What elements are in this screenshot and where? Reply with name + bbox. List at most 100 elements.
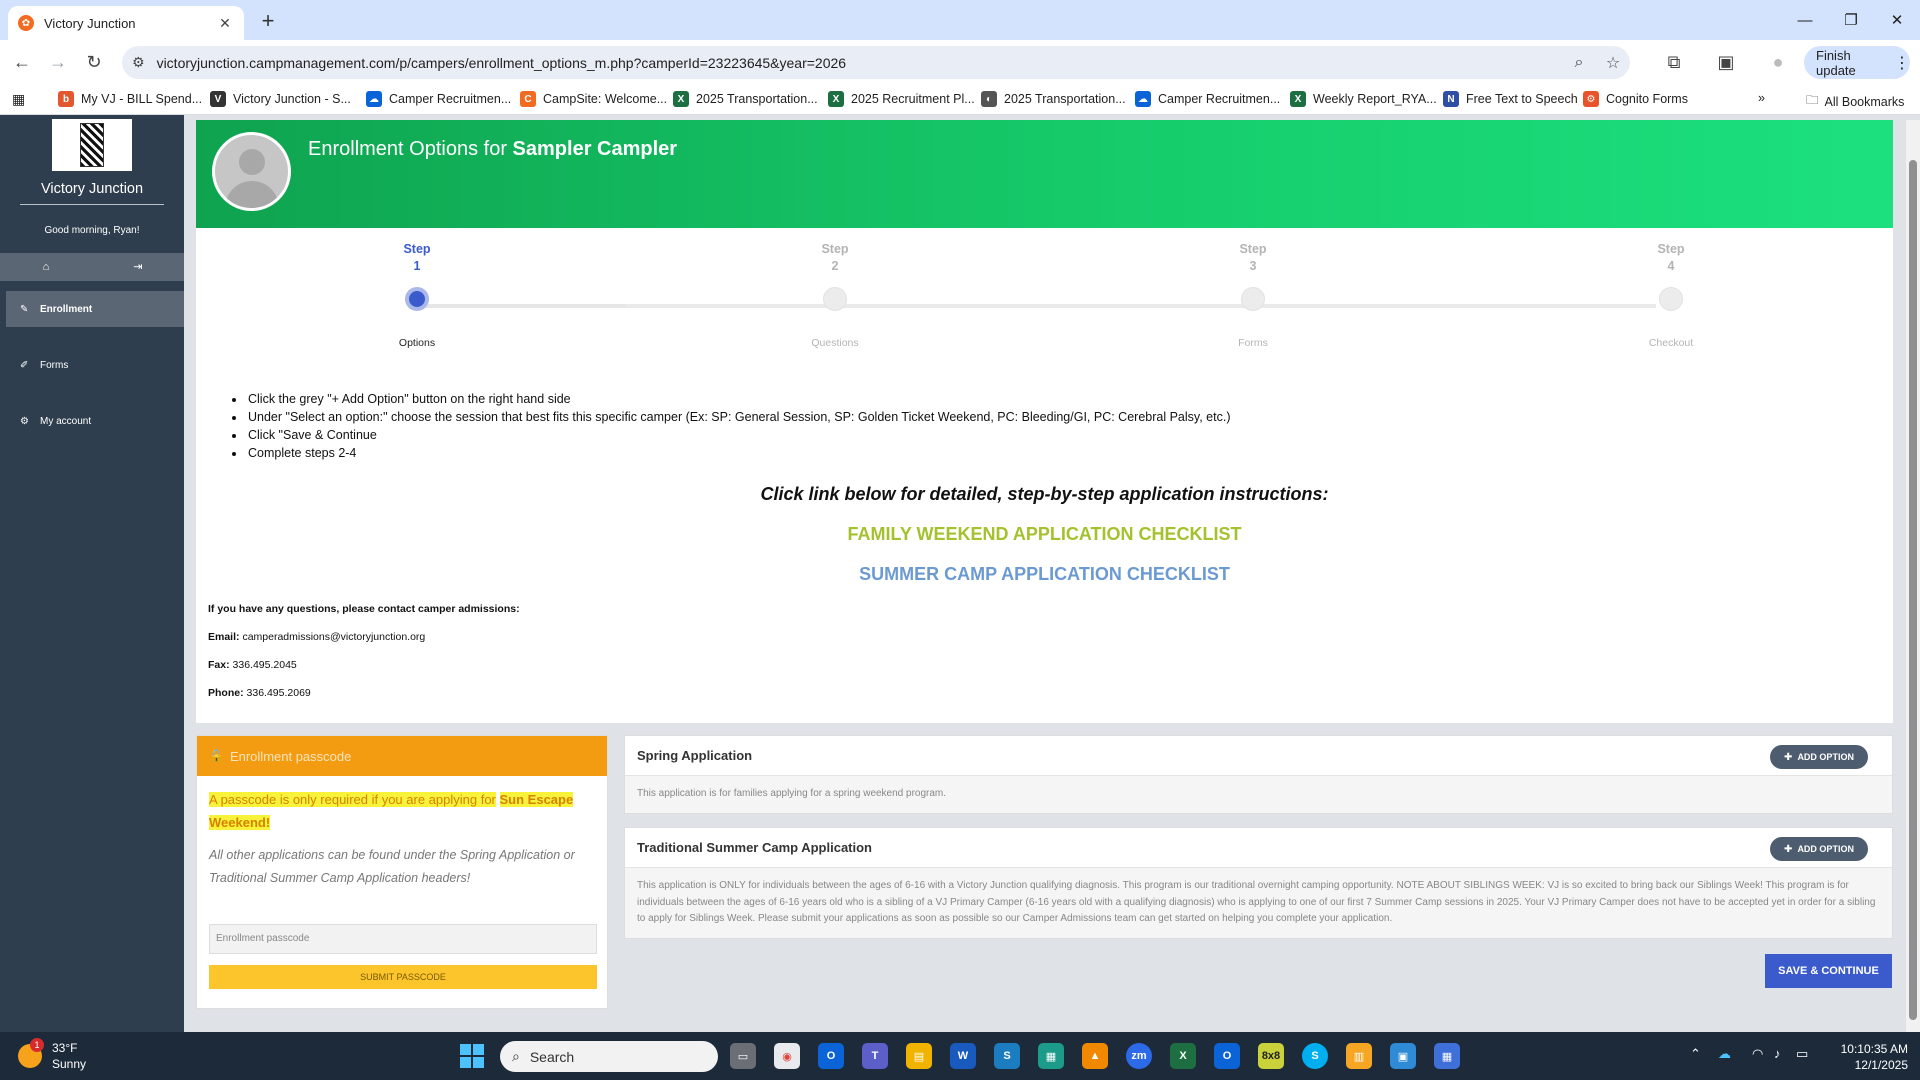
address-bar[interactable]: ⚙ victoryjunction.campmanagement.com/p/c… xyxy=(122,46,1630,79)
skype-icon[interactable]: S xyxy=(1302,1043,1328,1069)
excel-icon: X xyxy=(828,91,844,107)
add-option-button[interactable]: ✚ ADD OPTION xyxy=(1770,837,1868,861)
apps-grid-icon[interactable]: ▦ xyxy=(12,91,25,108)
wifi-icon[interactable]: ◠ xyxy=(1752,1046,1763,1062)
enrollment-options-card: Enrollment Options for Sampler Campler S… xyxy=(196,120,1893,723)
reload-button[interactable]: ↻ xyxy=(82,50,106,74)
forward-button[interactable]: → xyxy=(46,50,70,74)
bookmark-item[interactable]: X 2025 Recruitment Pl... xyxy=(828,91,975,107)
outlook-icon[interactable]: O xyxy=(818,1043,844,1069)
restore-window-button[interactable]: ❐ xyxy=(1828,0,1874,40)
show-hidden-icons[interactable]: ⌃ xyxy=(1690,1046,1701,1062)
add-option-button[interactable]: ✚ ADD OPTION xyxy=(1770,745,1868,769)
pencil-icon: ✎ xyxy=(20,303,29,315)
more-menu-icon: ⋮ xyxy=(1894,54,1910,72)
battery-icon[interactable]: ▭ xyxy=(1796,1046,1808,1062)
teams-icon[interactable]: T xyxy=(862,1043,888,1069)
excel-icon[interactable]: X xyxy=(1170,1043,1196,1069)
browser-tab[interactable]: ✿ Victory Junction ✕ xyxy=(8,6,244,40)
more-bookmarks-button[interactable]: » xyxy=(1758,91,1765,105)
bookmark-item[interactable]: ⚙ Cognito Forms xyxy=(1583,91,1688,107)
bookmark-item[interactable]: ◐ 2025 Transportation... xyxy=(981,91,1126,107)
remote-desktop-icon[interactable]: ▣ xyxy=(1390,1043,1416,1069)
bookmark-item[interactable]: N Free Text to Speech xyxy=(1443,91,1578,107)
org-name: Victory Junction xyxy=(40,181,144,197)
finish-update-button[interactable]: Finish update ⋮ xyxy=(1804,46,1910,79)
bookmark-item[interactable]: ☁ Camper Recruitmen... xyxy=(366,91,511,107)
family-weekend-checklist-link[interactable]: FAMILY WEEKEND APPLICATION CHECKLIST xyxy=(196,524,1893,545)
all-bookmarks-label: All Bookmarks xyxy=(1824,94,1905,109)
close-tab-icon[interactable]: ✕ xyxy=(216,15,234,32)
calculator-icon[interactable]: ▦ xyxy=(1038,1043,1064,1069)
sidebar-item-forms[interactable]: ✐ Forms xyxy=(6,347,184,383)
vlc-icon[interactable]: ▲ xyxy=(1082,1043,1108,1069)
app-grid-icon[interactable]: ▦ xyxy=(1434,1043,1460,1069)
sticky-notes-icon[interactable]: ▥ xyxy=(1346,1043,1372,1069)
extensions-icon[interactable]: ⧉ xyxy=(1662,50,1686,74)
step-indicator xyxy=(405,287,429,311)
windows-start-icon[interactable] xyxy=(460,1044,484,1068)
submit-passcode-button[interactable]: SUBMIT PASSCODE xyxy=(209,965,597,989)
sidebar-quick-actions: ⌂ ⇥ xyxy=(0,253,184,281)
step-indicator xyxy=(823,287,847,311)
profile-icon[interactable]: ● xyxy=(1766,50,1790,74)
scroll-thumb[interactable] xyxy=(1909,160,1917,1020)
all-bookmarks-folder[interactable]: 🗀 All Bookmarks xyxy=(1806,91,1904,112)
bookmark-item[interactable]: ☁ Camper Recruitmen... xyxy=(1135,91,1280,107)
onedrive-tray-icon[interactable]: ☁ xyxy=(1718,1046,1731,1062)
bookmark-label: Camper Recruitmen... xyxy=(1158,92,1281,106)
logout-icon[interactable]: ⇥ xyxy=(92,253,184,281)
excel-icon: X xyxy=(673,91,689,107)
bookmark-item[interactable]: b My VJ - BILL Spend... xyxy=(58,91,202,107)
temperature: 33°F xyxy=(52,1041,78,1055)
new-tab-button[interactable]: + xyxy=(254,8,282,36)
onedrive-icon: ☁ xyxy=(366,91,382,107)
close-window-button[interactable]: ✕ xyxy=(1874,0,1920,40)
step-1[interactable]: Step 1 Options xyxy=(347,232,487,349)
summer-camp-checklist-link[interactable]: SUMMER CAMP APPLICATION CHECKLIST xyxy=(196,564,1893,585)
bookmark-item[interactable]: V Victory Junction - S... xyxy=(210,91,351,107)
8x8-icon[interactable]: 8x8 xyxy=(1258,1043,1284,1069)
volume-icon[interactable]: ♪ xyxy=(1774,1046,1781,1061)
home-icon[interactable]: ⌂ xyxy=(0,253,92,281)
step-4[interactable]: Step 4 Checkout xyxy=(1601,232,1741,349)
taskbar-clock[interactable]: 10:10:35 AM 12/1/2025 xyxy=(1828,1041,1908,1073)
bookmark-item[interactable]: X 2025 Transportation... xyxy=(673,91,818,107)
sidebar-item-my-account[interactable]: ⚙ My account xyxy=(6,403,184,439)
step-name: Options xyxy=(398,337,436,349)
bookmark-item[interactable]: C CampSite: Welcome... xyxy=(520,91,667,107)
bookmark-star-icon[interactable]: ☆ xyxy=(1596,53,1630,73)
lock-icon: 🔓 xyxy=(209,749,224,763)
taskbar-search[interactable]: ⌕ Search xyxy=(500,1041,718,1072)
page-scrollbar[interactable] xyxy=(1906,120,1920,1032)
step-2[interactable]: Step 2 Questions xyxy=(765,232,905,349)
app-s-icon[interactable]: S xyxy=(994,1043,1020,1069)
contact-phone: Phone: 336.495.2069 xyxy=(208,687,311,699)
hero-banner: Enrollment Options for Sampler Campler xyxy=(196,120,1893,228)
site-info-icon[interactable]: ⚙ xyxy=(132,54,145,71)
reading-mode-icon[interactable]: ▣ xyxy=(1714,50,1738,74)
passcode-input[interactable]: Enrollment passcode xyxy=(209,924,597,954)
cognito-icon: ⚙ xyxy=(1583,91,1599,107)
back-button[interactable]: ← xyxy=(10,50,34,74)
outlook-new-icon[interactable]: O xyxy=(1214,1043,1240,1069)
instruction-list: Click the grey "+ Add Option" button on … xyxy=(232,392,1231,464)
file-explorer-icon[interactable]: ▤ xyxy=(906,1043,932,1069)
word-icon[interactable]: W xyxy=(950,1043,976,1069)
minimize-window-button[interactable]: — xyxy=(1782,0,1828,40)
passcode-note: A passcode is only required if you are a… xyxy=(209,792,574,830)
zoom-icon[interactable]: ⌕ xyxy=(1562,54,1596,72)
instruction-item: Click "Save & Continue xyxy=(246,428,1231,442)
sidebar: Victory Junction Good morning, Ryan! ⌂ ⇥… xyxy=(0,115,184,1032)
save-and-continue-button[interactable]: SAVE & CONTINUE xyxy=(1765,954,1892,988)
url-text[interactable]: victoryjunction.campmanagement.com/p/cam… xyxy=(157,55,1562,71)
bookmark-item[interactable]: X Weekly Report_RYA... xyxy=(1290,91,1437,107)
weather-widget[interactable]: 1 33°F Sunny xyxy=(18,1038,87,1072)
task-view-icon[interactable]: ▭ xyxy=(730,1043,756,1069)
weather-condition: Sunny xyxy=(52,1057,87,1071)
zoom-app-icon[interactable]: zm xyxy=(1126,1043,1152,1069)
chrome-icon[interactable]: ◉ xyxy=(774,1043,800,1069)
edit-form-icon: ✐ xyxy=(20,359,29,371)
step-3[interactable]: Step 3 Forms xyxy=(1183,232,1323,349)
sidebar-item-enrollment[interactable]: ✎ Enrollment xyxy=(6,291,184,327)
